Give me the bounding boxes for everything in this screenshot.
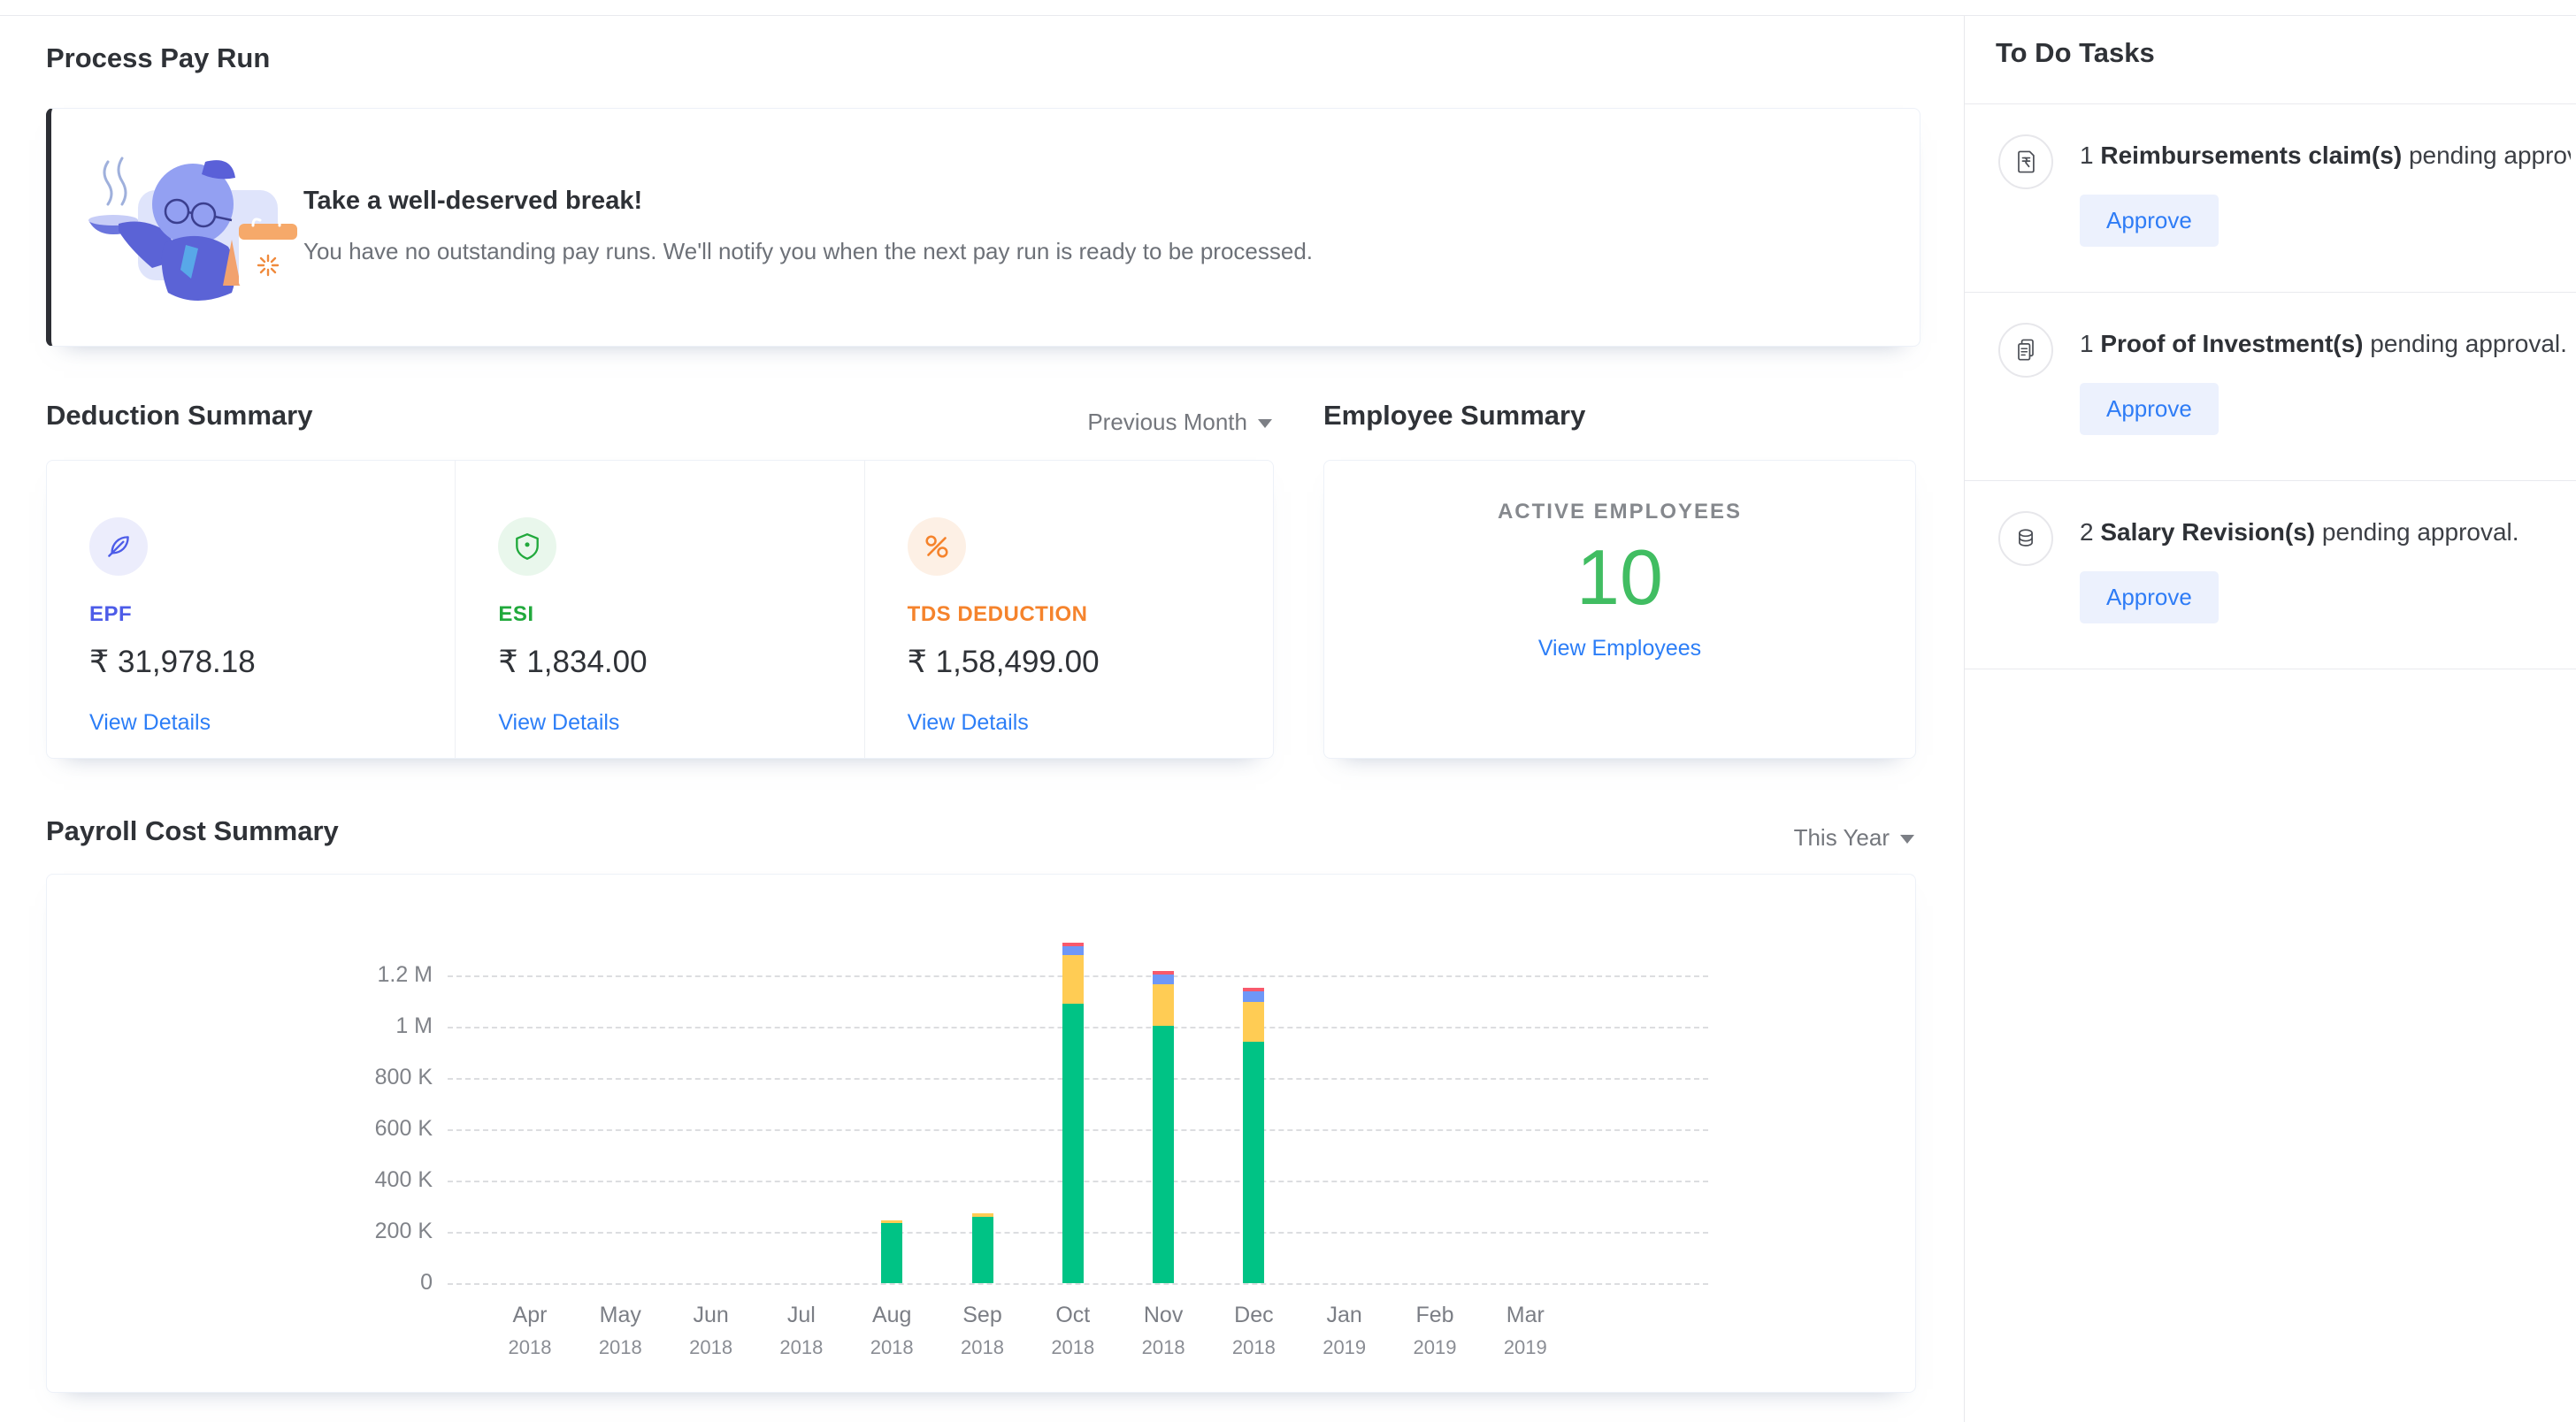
bar-dec-2018-red[interactable] (1243, 988, 1264, 991)
approve-button[interactable]: Approve (2080, 195, 2219, 247)
y-axis-tick: 600 K (355, 1116, 433, 1142)
x-axis-month-label: Feb (1386, 1303, 1484, 1328)
x-axis-month-label: Jun (663, 1303, 760, 1328)
x-axis-year-label: 2019 (1476, 1336, 1574, 1359)
x-axis-month-label: Nov (1115, 1303, 1212, 1328)
employee-summary-title: Employee Summary (1323, 400, 1585, 432)
employee-summary-card: ACTIVE EMPLOYEES 10 View Employees (1323, 460, 1916, 759)
deduction-amount: ₹ 1,834.00 (498, 645, 863, 680)
todo-item-proof-of-investment: 1 Proof of Investment(s) pending approva… (1965, 292, 2576, 480)
deduction-period-label: Previous Month (1087, 409, 1247, 435)
bar-dec-2018-green[interactable] (1243, 1042, 1264, 1283)
payroll-period-selector[interactable]: This Year (1645, 824, 1914, 852)
bar-nov-2018-red[interactable] (1153, 971, 1174, 975)
x-axis-year-label: 2018 (753, 1336, 850, 1359)
x-axis-month-label: May (571, 1303, 669, 1328)
y-axis-tick: 1.2 M (355, 962, 433, 988)
view-employees-link[interactable]: View Employees (1538, 636, 1701, 661)
x-axis-year-label: 2018 (1115, 1336, 1212, 1359)
leaf-icon (89, 517, 148, 576)
x-axis-month-label: Apr (481, 1303, 579, 1328)
deduction-amount: ₹ 31,978.18 (89, 645, 455, 680)
banner-message: You have no outstanding pay runs. We'll … (303, 238, 1313, 265)
todo-task-list: 1 Reimbursements claim(s) pending approv… (1965, 103, 2576, 669)
deduction-label: EPF (89, 602, 455, 627)
y-axis-tick: 200 K (355, 1219, 433, 1244)
bar-sep-2018-yellow[interactable] (972, 1213, 993, 1216)
bar-aug-2018-yellow[interactable] (881, 1220, 902, 1223)
x-axis-year-label: 2018 (843, 1336, 940, 1359)
chevron-down-icon (1258, 419, 1272, 428)
gridline-0 (448, 1283, 1708, 1285)
payroll-period-label: This Year (1794, 824, 1890, 851)
top-divider (0, 15, 2576, 16)
break-illustration (83, 135, 331, 319)
y-axis-tick: 0 (355, 1270, 433, 1296)
deduction-amount: ₹ 1,58,499.00 (908, 645, 1273, 680)
deduction-summary-title: Deduction Summary (46, 400, 312, 432)
approve-button[interactable]: Approve (2080, 571, 2219, 623)
todo-item-reimbursements: 1 Reimbursements claim(s) pending approv… (1965, 103, 2576, 292)
active-employees-count: 10 (1324, 539, 1915, 616)
todo-task-text: 1 Proof of Investment(s) pending approva… (2080, 330, 2571, 358)
x-axis-month-label: Jul (753, 1303, 850, 1328)
payroll-cost-chart-card: 0 200 K 400 K 600 K 800 K 1 M 1.2 M Apr 2018 May 2… (46, 874, 1916, 1393)
x-axis-month-label: Jan (1296, 1303, 1393, 1328)
bar-oct-2018-red[interactable] (1062, 943, 1084, 946)
coins-icon (1998, 511, 2053, 566)
percent-icon (908, 517, 966, 576)
active-employees-label: ACTIVE EMPLOYEES (1324, 500, 1915, 524)
pay-run-banner-card: Take a well-deserved break! You have no … (46, 108, 1920, 347)
bar-nov-2018-blue[interactable] (1153, 975, 1174, 984)
x-axis-year-label: 2018 (663, 1336, 760, 1359)
bar-oct-2018-green[interactable] (1062, 1004, 1084, 1283)
bar-nov-2018-yellow[interactable] (1153, 984, 1174, 1025)
y-axis-tick: 800 K (355, 1065, 433, 1090)
bar-aug-2018-green[interactable] (881, 1223, 902, 1283)
deduction-item-epf: EPF ₹ 31,978.18 View Details (47, 461, 455, 758)
todo-tasks-title: To Do Tasks (1996, 37, 2155, 69)
view-details-link[interactable]: View Details (908, 710, 1029, 736)
bar-dec-2018-yellow[interactable] (1243, 1002, 1264, 1043)
bar-nov-2018-green[interactable] (1153, 1026, 1174, 1283)
bar-oct-2018-blue[interactable] (1062, 946, 1084, 955)
x-axis-month-label: Sep (934, 1303, 1031, 1328)
documents-icon (1998, 323, 2053, 378)
view-details-link[interactable]: View Details (498, 710, 619, 736)
payroll-cost-summary-title: Payroll Cost Summary (46, 815, 339, 847)
deduction-summary-card: EPF ₹ 31,978.18 View Details ESI ₹ 1,834… (46, 460, 1274, 759)
approve-button[interactable]: Approve (2080, 383, 2219, 435)
bar-oct-2018-yellow[interactable] (1062, 955, 1084, 1004)
process-pay-run-title: Process Pay Run (46, 42, 270, 74)
chevron-down-icon (1900, 835, 1914, 844)
payroll-chart-plot: 0 200 K 400 K 600 K 800 K 1 M 1.2 M Apr 2018 May 2… (355, 956, 1708, 1372)
x-axis-year-label: 2019 (1296, 1336, 1393, 1359)
view-details-link[interactable]: View Details (89, 710, 211, 736)
todo-task-text: 1 Reimbursements claim(s) pending approv… (2080, 141, 2571, 170)
x-axis-year-label: 2019 (1386, 1336, 1484, 1359)
y-axis-tick: 1 M (355, 1013, 433, 1039)
rupee-document-icon (1998, 134, 2053, 189)
x-axis-year-label: 2018 (1024, 1336, 1122, 1359)
bar-dec-2018-blue[interactable] (1243, 991, 1264, 1002)
todo-item-salary-revision: 2 Salary Revision(s) pending approval. A… (1965, 480, 2576, 669)
bar-sep-2018-green[interactable] (972, 1217, 993, 1283)
banner-heading: Take a well-deserved break! (303, 187, 642, 216)
x-axis-month-label: Aug (843, 1303, 940, 1328)
y-axis-tick: 400 K (355, 1167, 433, 1193)
x-axis-year-label: 2018 (934, 1336, 1031, 1359)
deduction-period-selector[interactable]: Previous Month (1008, 409, 1272, 436)
x-axis-year-label: 2018 (1205, 1336, 1302, 1359)
x-axis-year-label: 2018 (571, 1336, 669, 1359)
deduction-item-tds: TDS DEDUCTION ₹ 1,58,499.00 View Details (864, 461, 1273, 758)
deduction-label: ESI (498, 602, 863, 627)
shield-icon (498, 517, 556, 576)
deduction-label: TDS DEDUCTION (908, 602, 1273, 627)
x-axis-month-label: Mar (1476, 1303, 1574, 1328)
x-axis-year-label: 2018 (481, 1336, 579, 1359)
x-axis-month-label: Dec (1205, 1303, 1302, 1328)
x-axis-month-label: Oct (1024, 1303, 1122, 1328)
todo-task-text: 2 Salary Revision(s) pending approval. (2080, 518, 2571, 547)
deduction-item-esi: ESI ₹ 1,834.00 View Details (455, 461, 863, 758)
